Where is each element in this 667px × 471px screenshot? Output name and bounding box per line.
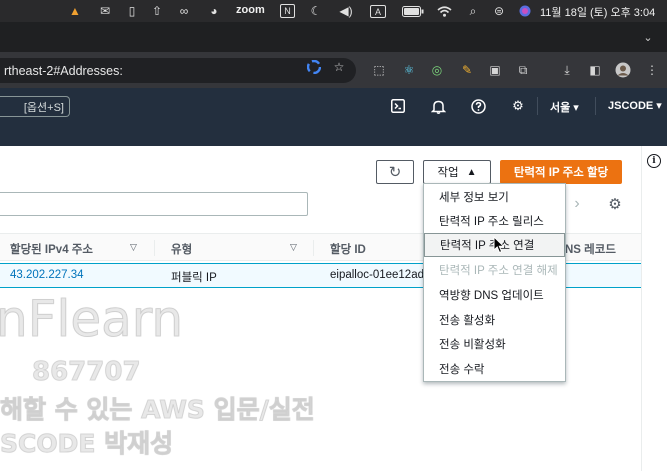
menu-item-label: 세부 정보 보기 (439, 192, 509, 204)
image-extension-icon[interactable]: ▣ (486, 61, 504, 79)
vlc-icon[interactable]: ▲ (68, 3, 82, 19)
extension-circle-icon[interactable]: ◎ (428, 61, 446, 79)
aws-top-nav: [옵션+S] ⚙ 서울 ▾ JSCODE ▾ (0, 88, 667, 124)
menu-item-label: 탄력적 IP 주소 연결 해제 (439, 265, 558, 277)
menu-item-disassociate-eip: 탄력적 IP 주소 연결 해제 (424, 258, 565, 282)
volume-icon[interactable]: ◀) (337, 3, 355, 19)
table-preferences-icon[interactable]: ⚙ (606, 195, 624, 213)
menu-item-disable-transfer[interactable]: 전송 비활성화 (424, 332, 565, 356)
bookmark-star-icon[interactable]: ☆ (330, 58, 348, 76)
notifications-bell-icon[interactable] (429, 97, 447, 115)
allocate-label: 탄력적 IP 주소 할당 (513, 167, 609, 179)
menu-item-release-eip[interactable]: 탄력적 IP 주소 릴리스 (424, 209, 565, 233)
cell-allocation-id: eipalloc-01ee12ad (330, 269, 424, 281)
column-header-allocation-id[interactable]: 할당 ID (330, 241, 366, 257)
zoom-icon[interactable]: zoom (236, 4, 265, 16)
menu-item-label: 전송 비활성화 (439, 339, 506, 351)
settings-gear-icon[interactable]: ⚙ (509, 97, 527, 115)
watermark-author: SCODE 박재성 (0, 429, 174, 459)
actions-dropdown-menu: 세부 정보 보기 탄력적 IP 주소 릴리스 탄력적 IP 주소 연결 탄력적 … (423, 183, 566, 382)
moon-icon[interactable]: ☾ (309, 3, 323, 19)
nav-divider (537, 97, 538, 115)
filter-search-input[interactable] (0, 192, 308, 216)
actions-dropdown-button[interactable]: 작업 ▲ (423, 160, 491, 184)
menu-item-label: 역방향 DNS 업데이트 (439, 290, 544, 302)
react-devtools-icon[interactable]: ⚛ (400, 61, 418, 79)
menu-item-update-reverse-dns[interactable]: 역방향 DNS 업데이트 (424, 283, 565, 307)
menubar-clock: 11월 18일 (토) 오후 3:04 (540, 7, 656, 19)
caret-up-icon: ▲ (466, 166, 477, 178)
aws-search-input[interactable]: [옵션+S] (0, 96, 70, 117)
allocate-elastic-ip-button[interactable]: 탄력적 IP 주소 할당 (500, 160, 622, 184)
tab-search-icon[interactable]: ⌄ (639, 28, 657, 46)
menu-item-label: 탄력적 IP 주소 릴리스 (439, 216, 544, 228)
help-rail (641, 146, 667, 471)
cloudshell-icon[interactable] (389, 97, 407, 115)
browser-tab-strip: ⌄ (0, 22, 667, 52)
help-icon[interactable] (469, 97, 487, 115)
refresh-icon: ↻ (388, 164, 402, 181)
macos-menu-bar: ▲ ✉ ▯ ⇧ ∞ ◕ zoom N ☾ ◀) A ⌕ ⊜ 11월 18일 (토… (0, 0, 667, 22)
screen: ▲ ✉ ▯ ⇧ ∞ ◕ zoom N ☾ ◀) A ⌕ ⊜ 11월 18일 (토… (0, 0, 667, 471)
input-icon[interactable]: A (370, 5, 386, 18)
menu-item-view-details[interactable]: 세부 정보 보기 (424, 185, 565, 209)
extensions-puzzle-icon[interactable]: ⧉ (514, 61, 532, 79)
battery-icon[interactable] (402, 3, 424, 19)
siri-icon[interactable] (518, 3, 532, 19)
account-menu[interactable]: JSCODE ▾ (608, 99, 662, 112)
menu-item-label: 전송 수락 (439, 364, 485, 376)
region-label: 서울 (550, 102, 571, 114)
sort-caret-icon[interactable]: ▽ (290, 242, 297, 253)
mail-icon[interactable]: ✉ (97, 3, 113, 19)
actions-label: 작업 (437, 167, 459, 179)
column-header-reverse-dns[interactable]: NS 레코드 (565, 241, 616, 257)
browser-menu-icon[interactable]: ⋮ (643, 61, 661, 79)
column-divider[interactable] (154, 240, 155, 256)
info-icon[interactable]: i (647, 154, 661, 168)
menu-item-label: 탄력적 IP 주소 연결 (440, 240, 535, 252)
pen-extension-icon[interactable]: ✎ (458, 61, 476, 79)
address-bar[interactable]: rtheast-2#Addresses: (0, 58, 356, 83)
screenshot-extension-icon[interactable]: ⬚ (370, 61, 388, 79)
palette-icon[interactable]: ◕ (206, 3, 222, 19)
notion-icon[interactable]: N (280, 4, 295, 18)
doc-icon[interactable]: ▯ (125, 3, 139, 19)
column-divider[interactable] (313, 240, 314, 256)
address-bar-url: rtheast-2#Addresses: (4, 63, 123, 78)
account-label: JSCODE (608, 100, 654, 112)
watermark-course-title: 해할 수 있는 AWS 입문/실전 (0, 395, 315, 425)
wifi-icon[interactable] (436, 3, 452, 19)
side-panel-icon[interactable]: ◧ (586, 61, 604, 79)
menu-item-accept-transfer[interactable]: 전송 수락 (424, 357, 565, 381)
google-icon[interactable] (305, 58, 323, 76)
next-page-icon[interactable]: › (570, 195, 584, 213)
profile-avatar[interactable] (614, 61, 632, 79)
nav-divider (595, 97, 596, 115)
menu-item-label: 전송 활성화 (439, 315, 496, 327)
sort-caret-icon[interactable]: ▽ (130, 242, 137, 253)
cell-ipv4-address[interactable]: 43.202.227.34 (10, 269, 84, 281)
download-icon[interactable]: ⤓ (558, 61, 576, 79)
column-header-ipv4[interactable]: 할당된 IPv4 주소 (10, 241, 93, 257)
mouse-cursor-icon (493, 236, 505, 254)
search-icon[interactable]: ⌕ (466, 3, 480, 19)
watermark-id: 867707 (32, 357, 142, 388)
glasses-icon[interactable]: ∞ (175, 3, 193, 19)
refresh-button[interactable]: ↻ (376, 160, 414, 184)
cell-type: 퍼블릭 IP (171, 272, 217, 284)
upload-icon[interactable]: ⇧ (150, 3, 164, 19)
column-header-type[interactable]: 유형 (171, 241, 192, 257)
control-center-icon[interactable]: ⊜ (492, 3, 506, 19)
menu-item-enable-transfer[interactable]: 전송 활성화 (424, 308, 565, 332)
aws-service-bar (0, 124, 667, 146)
watermark-brand: nFlearn (0, 290, 184, 349)
search-shortcut-hint: [옵션+S] (23, 101, 64, 114)
region-selector[interactable]: 서울 ▾ (550, 99, 579, 115)
